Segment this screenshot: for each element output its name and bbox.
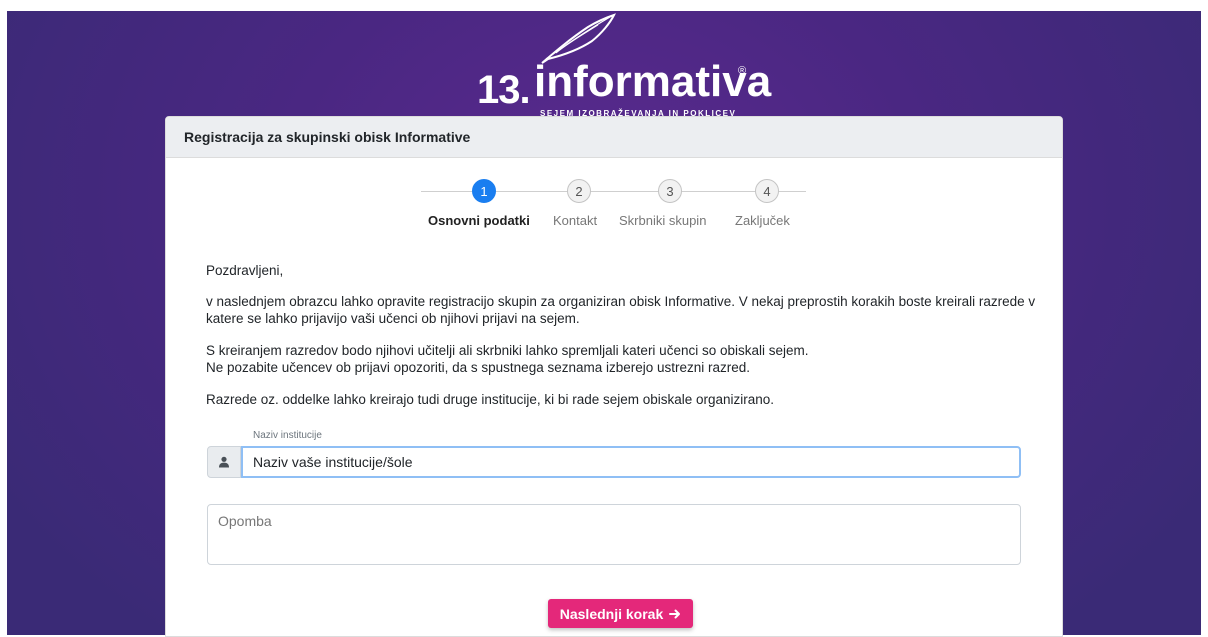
step-3-circle[interactable]: 3	[658, 179, 682, 203]
institution-input[interactable]	[241, 446, 1021, 478]
user-icon-addon	[207, 446, 241, 478]
arrow-right-icon	[669, 609, 681, 618]
step-1-circle[interactable]: 1	[472, 179, 496, 203]
step-4-circle[interactable]: 4	[755, 179, 779, 203]
step-4-label[interactable]: Zaključek	[735, 213, 790, 228]
institution-label: Naziv institucije	[253, 430, 322, 441]
next-step-button[interactable]: Naslednji korak	[548, 599, 693, 628]
intro-paragraph-1: v naslednjem obrazcu lahko opravite regi…	[206, 294, 1036, 326]
user-icon	[219, 456, 229, 468]
informativa-logo: 13. informativa ® SEJEM IZOBRAŽEVANJA IN…	[470, 13, 771, 118]
registration-card: Registracija za skupinski obisk Informat…	[165, 116, 1063, 637]
intro-paragraph-2a: S kreiranjem razredov bodo njihovi učite…	[206, 343, 809, 358]
step-2-circle[interactable]: 2	[567, 179, 591, 203]
intro-paragraph-2b: Ne pozabite učencev ob prijavi opozoriti…	[206, 360, 751, 375]
next-step-label: Naslednji korak	[559, 605, 664, 622]
greeting-text: Pozdravljeni,	[206, 263, 284, 278]
step-2-label[interactable]: Kontakt	[553, 213, 597, 228]
step-1-label[interactable]: Osnovni podatki	[428, 213, 530, 228]
logo-wordmark: informativa	[534, 57, 772, 106]
intro-paragraph-3: Razrede oz. oddelke lahko kreirajo tudi …	[206, 392, 775, 407]
note-textarea[interactable]	[207, 504, 1021, 565]
logo-number: 13.	[477, 68, 531, 112]
card-title: Registracija za skupinski obisk Informat…	[166, 117, 1062, 158]
registered-mark: ®	[738, 65, 747, 77]
step-3-label[interactable]: Skrbniki skupin	[619, 213, 706, 228]
